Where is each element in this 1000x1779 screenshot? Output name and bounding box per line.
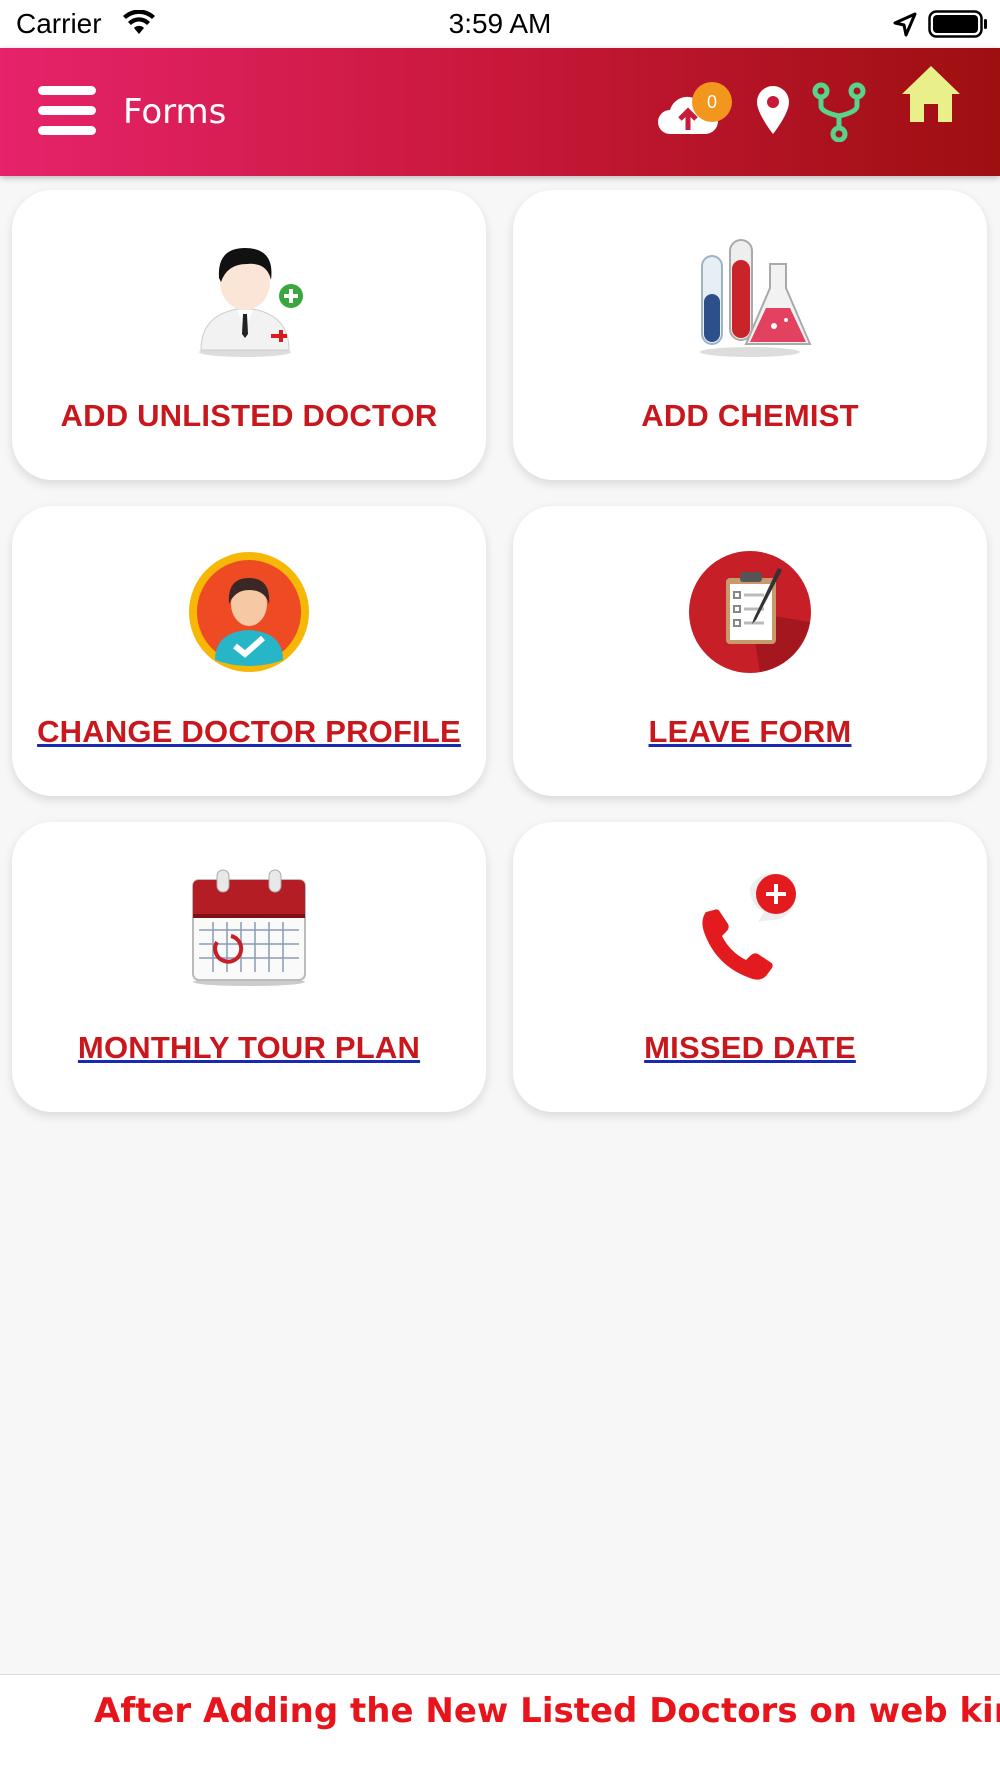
card-label: ADD UNLISTED DOCTOR: [60, 398, 438, 433]
monthly-tour-plan-card[interactable]: MONTHLY TOUR PLAN: [12, 822, 486, 1112]
doctor-add-icon: [12, 234, 486, 358]
card-label: MISSED DATE: [644, 1030, 856, 1065]
page-title: Forms: [123, 92, 227, 132]
location-pin-icon[interactable]: [755, 84, 791, 141]
branch-tree-icon[interactable]: [812, 82, 866, 147]
sync-count-badge: 0: [692, 82, 732, 122]
footer-marquee: After Adding the New Listed Doctors on w…: [0, 1674, 1000, 1779]
card-label: CHANGE DOCTOR PROFILE: [37, 714, 461, 749]
card-label: MONTHLY TOUR PLAN: [77, 1030, 421, 1065]
marquee-text: After Adding the New Listed Doctors on w…: [94, 1691, 1000, 1731]
add-chemist-card[interactable]: ADD CHEMIST: [513, 190, 987, 480]
location-arrow-icon: [892, 12, 918, 43]
change-doctor-profile-card[interactable]: CHANGE DOCTOR PROFILE: [12, 506, 486, 796]
clock: 3:59 AM: [448, 8, 552, 39]
profile-check-icon: [12, 550, 486, 674]
add-unlisted-doctor-card[interactable]: ADD UNLISTED DOCTOR: [12, 190, 486, 480]
card-label: ADD CHEMIST: [641, 398, 859, 433]
home-icon[interactable]: [900, 64, 962, 131]
test-tubes-flask-icon: [513, 234, 987, 358]
missed-call-icon: [513, 866, 987, 990]
calendar-icon: [12, 866, 486, 990]
leave-form-card[interactable]: LEAVE FORM: [513, 506, 987, 796]
clipboard-icon: [513, 550, 987, 674]
status-bar: Carrier 3:59 AM: [0, 0, 1000, 48]
card-label: LEAVE FORM: [648, 714, 852, 749]
menu-icon[interactable]: [38, 86, 96, 138]
missed-date-card[interactable]: MISSED DATE: [513, 822, 987, 1112]
app-header: Forms 0: [0, 48, 1000, 176]
battery-icon: [928, 10, 988, 43]
